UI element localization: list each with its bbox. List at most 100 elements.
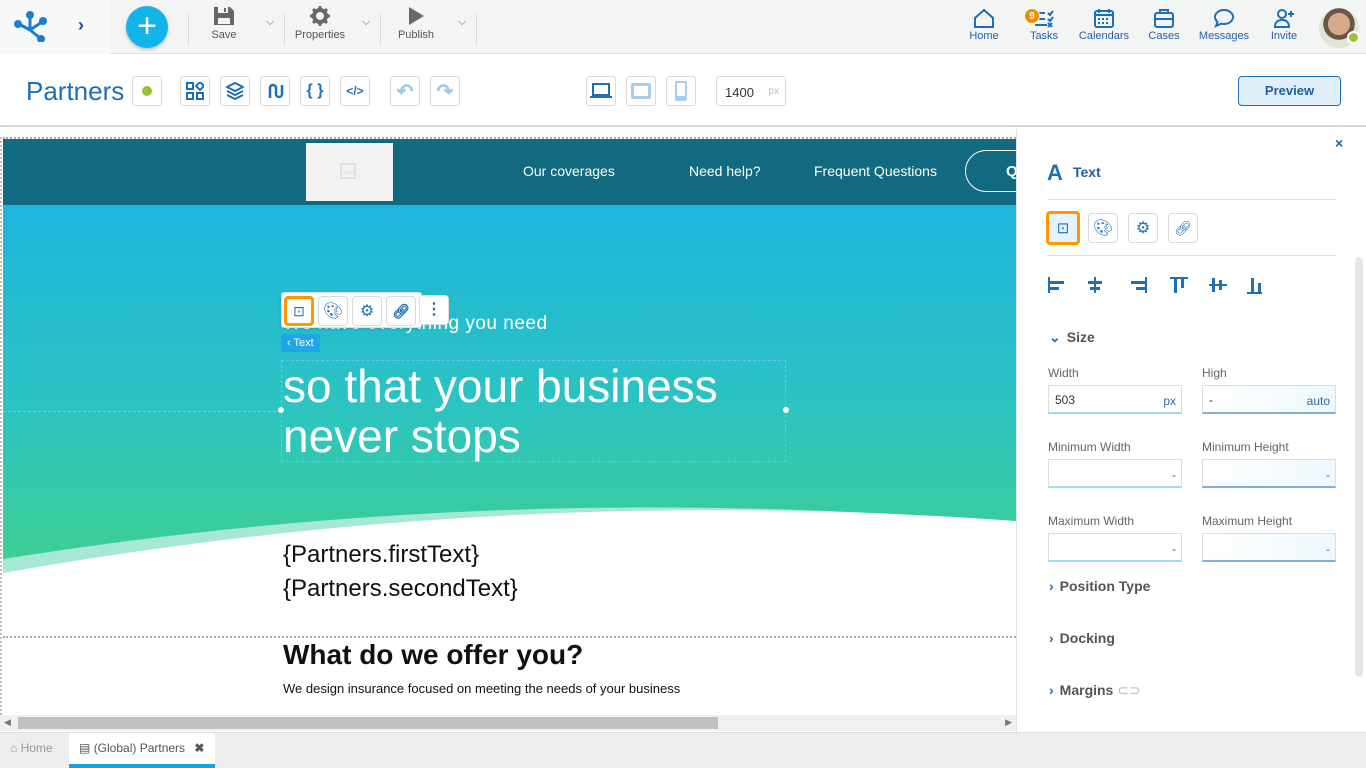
layout-tab-button[interactable]: ⊡ <box>1046 211 1080 245</box>
nav-calendars[interactable]: Calendars <box>1078 8 1130 42</box>
scroll-right-icon[interactable]: ▶ <box>1005 717 1012 728</box>
max-width-value: - <box>1172 542 1176 556</box>
margins-toggle[interactable]: › Margins ⊂⊃ <box>1049 682 1141 699</box>
close-tab-icon[interactable]: ✖ <box>194 741 204 755</box>
canvas-width-input[interactable]: 1400 px <box>716 76 786 106</box>
top-bar: › + Save ⌵ Properties ⌵ Publish ⌵ Home T… <box>0 0 1366 54</box>
editor-toolbar: Partners { } </> ↶ ↷ 1400 px Preview <box>0 54 1366 127</box>
site-nav-coverages[interactable]: Our coverages <box>523 163 615 179</box>
min-height-input[interactable]: - <box>1202 459 1336 488</box>
settings-tab-button[interactable]: ⚙ <box>1128 213 1158 243</box>
properties-button[interactable]: Properties <box>292 6 348 41</box>
resize-handle-right[interactable] <box>783 407 789 413</box>
more-options-button[interactable]: ⋮ <box>419 295 449 325</box>
preview-button[interactable]: Preview <box>1238 76 1341 106</box>
resize-handle-left[interactable] <box>278 407 284 413</box>
logo-placeholder[interactable] <box>306 143 393 201</box>
element-tag-label: Text <box>293 337 314 349</box>
alignment-tools[interactable] <box>1047 275 1262 295</box>
undo-button[interactable]: ↶ <box>390 76 420 106</box>
second-text[interactable]: {Partners.secondText} <box>283 575 518 603</box>
nav-label: Calendars <box>1078 30 1130 42</box>
publish-button[interactable]: Publish <box>396 6 436 41</box>
nav-invite[interactable]: Invite <box>1266 8 1302 42</box>
chat-icon <box>1213 8 1235 28</box>
float-layout-button[interactable]: ⊡ <box>284 296 314 326</box>
tablet-view-button[interactable] <box>626 76 656 106</box>
panel-scrollbar[interactable] <box>1355 257 1363 677</box>
properties-dropdown-icon[interactable]: ⌵ <box>362 16 370 29</box>
variables-button[interactable]: { } <box>300 76 330 106</box>
text-type-icon: A <box>1047 160 1063 185</box>
panel-title: Text <box>1073 164 1101 180</box>
status-dot-icon <box>142 86 152 96</box>
link-tab-button[interactable]: 🔗︎ <box>1168 213 1198 243</box>
max-width-input[interactable]: - <box>1048 533 1182 562</box>
publish-label: Publish <box>397 29 435 41</box>
size-section-toggle[interactable]: ⌄ Size <box>1049 329 1095 346</box>
app-logo-icon[interactable] <box>14 10 48 42</box>
offer-title[interactable]: What do we offer you? <box>283 639 583 671</box>
offer-text[interactable]: We design insurance focused on meeting t… <box>283 681 680 696</box>
code-button[interactable]: </> <box>340 76 370 106</box>
publish-dropdown-icon[interactable]: ⌵ <box>458 16 466 29</box>
layers-button[interactable] <box>220 76 250 106</box>
min-width-input[interactable]: - <box>1048 459 1182 488</box>
width-input[interactable]: 503 px <box>1048 385 1182 414</box>
high-unit: auto <box>1306 394 1330 408</box>
element-breadcrumb-tag[interactable]: ‹ Text <box>281 334 320 352</box>
min-width-label: Minimum Width <box>1048 440 1131 454</box>
high-input[interactable]: - auto <box>1202 385 1336 414</box>
tab-label: Home <box>20 741 53 755</box>
nav-messages[interactable]: Messages <box>1196 8 1252 42</box>
section-label: Docking <box>1059 630 1115 646</box>
save-label: Save <box>211 29 237 41</box>
nav-home[interactable]: Home <box>966 8 1002 42</box>
flow-button[interactable] <box>260 76 290 106</box>
desktop-view-button[interactable] <box>586 76 616 106</box>
tab-label: (Global) Partners <box>93 741 186 755</box>
mobile-view-button[interactable] <box>666 76 696 106</box>
section-label: Size <box>1066 329 1095 345</box>
nav-cases[interactable]: Cases <box>1146 8 1182 42</box>
float-link-button[interactable]: 🔗︎ <box>386 296 416 326</box>
redo-button[interactable]: ↷ <box>430 76 460 106</box>
float-settings-button[interactable]: ⚙ <box>352 296 382 326</box>
position-type-toggle[interactable]: › Position Type <box>1049 578 1150 594</box>
link-icon: 🔗︎ <box>392 302 410 319</box>
scrollbar-thumb[interactable] <box>18 717 718 729</box>
design-canvas[interactable]: Our coverages Need help? Frequent Questi… <box>0 129 1016 732</box>
site-nav-button[interactable]: Q <box>965 150 1016 192</box>
docking-toggle[interactable]: › Docking <box>1049 630 1115 646</box>
online-status-dot <box>1347 31 1360 44</box>
section-boundary <box>3 636 1016 638</box>
components-button[interactable] <box>180 76 210 106</box>
status-button[interactable] <box>132 76 162 106</box>
nav-label: Tasks <box>1029 30 1059 42</box>
scroll-left-icon[interactable]: ◀ <box>4 717 11 728</box>
tab-home[interactable]: ⌂ Home <box>0 733 69 768</box>
add-button[interactable]: + <box>126 6 168 48</box>
layers-icon <box>226 82 244 100</box>
tab-global-partners[interactable]: ▤ (Global) Partners ✖ <box>69 733 215 768</box>
horizontal-scrollbar[interactable]: ◀ ▶ <box>0 715 1016 731</box>
canvas-width-unit: px <box>768 86 779 97</box>
site-nav-faq[interactable]: Frequent Questions <box>814 163 937 179</box>
document-tabs: ⌂ Home ▤ (Global) Partners ✖ <box>0 732 1366 768</box>
canvas-left-edge <box>0 137 2 715</box>
close-icon[interactable]: × <box>1335 135 1343 151</box>
selected-text-element[interactable]: so that your business never stops <box>278 360 789 462</box>
chevron-down-icon: ⌄ <box>1049 329 1061 345</box>
link-icon[interactable]: ⊂⊃ <box>1117 682 1140 698</box>
first-text[interactable]: {Partners.firstText} <box>283 541 479 569</box>
components-icon <box>186 82 204 100</box>
save-dropdown-icon[interactable]: ⌵ <box>266 16 274 29</box>
expand-chevron-icon[interactable]: › <box>78 15 84 36</box>
width-value: 503 <box>1055 393 1076 407</box>
save-button[interactable]: Save <box>205 6 243 41</box>
style-tab-button[interactable]: 🎨︎ <box>1088 213 1118 243</box>
gear-icon <box>310 6 330 26</box>
float-style-button[interactable]: 🎨︎ <box>318 296 348 326</box>
max-height-input[interactable]: - <box>1202 533 1336 562</box>
site-nav-help[interactable]: Need help? <box>689 163 761 179</box>
